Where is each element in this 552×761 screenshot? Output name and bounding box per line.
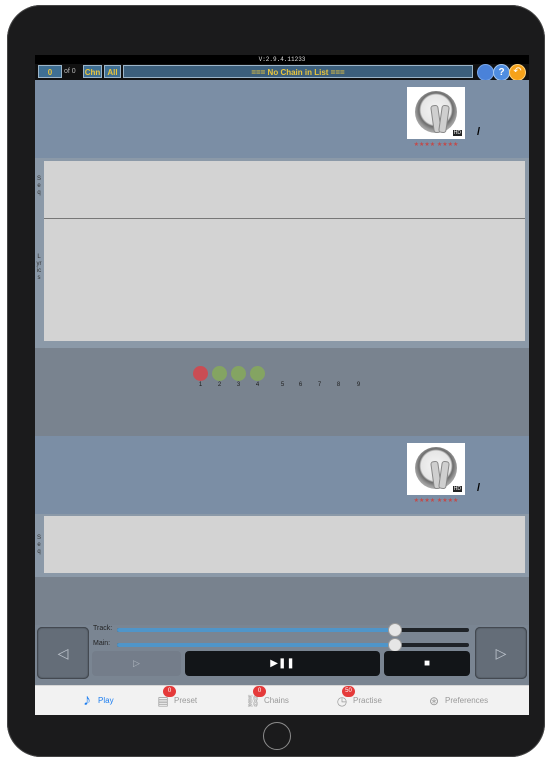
previous-button[interactable]: ◁ — [37, 627, 89, 679]
lyrics-area[interactable] — [44, 219, 525, 341]
step-number: 1 — [198, 382, 203, 388]
step-number: 8 — [336, 382, 341, 388]
tab-preset[interactable]: ▤ 0 Preset — [155, 686, 225, 715]
top-toolbar: 0 of 0 Chn All === No Chain in List === … — [35, 64, 529, 81]
tab-label: Preferences — [445, 696, 489, 705]
sequence-panel-2: Seq — [35, 514, 529, 577]
help-icon[interactable]: ? — [493, 64, 510, 81]
undo-icon[interactable]: ↶ — [509, 64, 526, 81]
step-number: 3 — [236, 382, 241, 388]
tab-preferences[interactable]: ⊛ Preferences — [426, 686, 521, 715]
step-number: 6 — [298, 382, 303, 388]
stop-button[interactable]: ■ — [384, 651, 470, 676]
track-volume-fill — [117, 628, 396, 632]
step-light-green[interactable] — [212, 366, 227, 381]
drum-kit-thumbnail[interactable]: HD — [407, 443, 465, 495]
main-volume-label: Main: — [93, 640, 111, 647]
track-marker: / — [477, 126, 481, 138]
tablet-device: V:2.9.4.11233 0 of 0 Chn All === No Chai… — [0, 0, 552, 761]
chain-position-counter[interactable]: 0 — [38, 65, 62, 78]
step-number: 2 — [217, 382, 222, 388]
version-label: V:2.9.4.11233 — [35, 55, 529, 64]
track-volume-slider[interactable] — [117, 623, 469, 637]
main-volume-fill — [117, 643, 396, 647]
track-marker: / — [477, 482, 481, 494]
step-number: 7 — [317, 382, 322, 388]
track-volume-knob[interactable] — [388, 623, 403, 637]
bottom-tab-bar: ♪ Play ▤ 0 Preset ⛓ 0 Chains ◷ 50 Practi… — [35, 685, 529, 715]
rating-stars: ★★★★ ★★★★ — [413, 498, 459, 504]
drum-track-panel-2: HD ★★★★ ★★★★ / — [35, 436, 529, 514]
sequence-area[interactable] — [44, 161, 525, 219]
seq-vertical-label: Seq — [36, 535, 41, 555]
play-pause-button[interactable]: ▶❚❚ — [185, 651, 380, 676]
tab-label: Play — [98, 696, 114, 705]
chain-total-label: of 0 — [64, 68, 76, 75]
main-volume-slider[interactable] — [117, 638, 469, 652]
step-number: 4 — [255, 382, 260, 388]
chain-selector[interactable]: === No Chain in List === — [123, 65, 473, 78]
steering-wheel-icon: ⊛ — [428, 694, 440, 708]
step-number: 9 — [356, 382, 361, 388]
step-number: 5 — [280, 382, 285, 388]
track-volume-label: Track: — [93, 625, 113, 632]
drum-kit-thumbnail[interactable]: HD — [407, 87, 465, 139]
sequence-area-2[interactable] — [44, 516, 525, 573]
all-button[interactable]: All — [104, 65, 121, 78]
status-indicator-icon[interactable] — [477, 64, 494, 81]
next-button[interactable]: ▷ — [475, 627, 527, 679]
seq-vertical-label: Seq — [36, 176, 41, 196]
lyrics-vertical-label: Lyrics — [36, 254, 42, 281]
sequence-step-indicator: 1 2 3 4 5 6 7 8 9 — [35, 348, 529, 436]
spacer — [35, 577, 529, 625]
hd-badge: HD — [452, 486, 462, 492]
drum-track-panel: HD ★★★★ ★★★★ / — [35, 80, 529, 158]
sequence-lyrics-panel: Seq Lyrics — [35, 158, 529, 348]
skip-next-button[interactable]: ▷ — [92, 651, 181, 676]
tab-practise[interactable]: ◷ 50 Practise — [334, 686, 404, 715]
tab-label: Practise — [353, 696, 382, 705]
chain-button[interactable]: Chn — [83, 65, 102, 78]
transport-controls: ◁ ▷ Track: Main: ▷ ▶❚❚ ■ — [35, 623, 529, 685]
rating-stars: ★★★★ ★★★★ — [413, 142, 459, 148]
music-note-icon: ♪ — [83, 692, 91, 709]
home-button[interactable] — [263, 722, 291, 750]
step-light-green[interactable] — [231, 366, 246, 381]
tab-label: Preset — [174, 696, 198, 705]
tab-chains[interactable]: ⛓ 0 Chains — [245, 686, 315, 715]
step-light-red[interactable] — [193, 366, 208, 381]
hd-badge: HD — [452, 130, 462, 136]
step-light-green[interactable] — [250, 366, 265, 381]
tab-play[interactable]: ♪ Play — [79, 686, 139, 715]
app-screen: V:2.9.4.11233 0 of 0 Chn All === No Chai… — [35, 55, 529, 715]
main-volume-knob[interactable] — [388, 638, 403, 652]
tab-label: Chains — [264, 696, 289, 705]
